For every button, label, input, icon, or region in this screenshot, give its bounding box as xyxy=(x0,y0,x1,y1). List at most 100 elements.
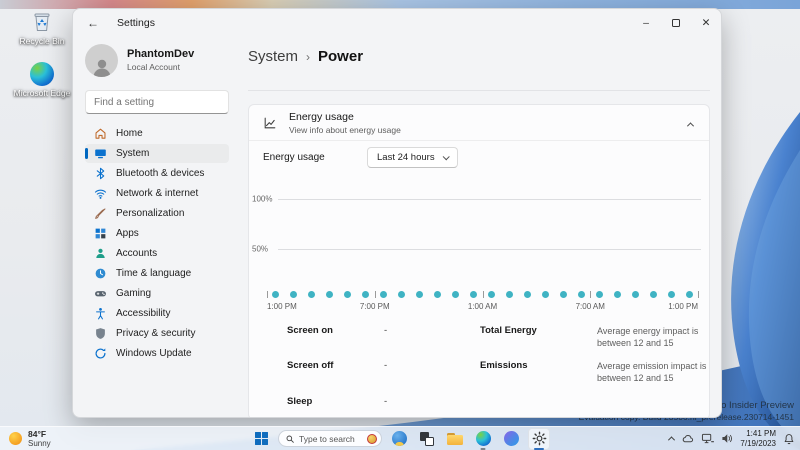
profile-name: PhantomDev xyxy=(127,48,195,60)
sidebar-item-time-language[interactable]: Time & language xyxy=(85,264,229,283)
gridline-100 xyxy=(265,199,701,200)
stat-value: - xyxy=(384,395,388,407)
task-view-icon xyxy=(420,431,434,446)
main-panel: System › Power Energy usage View info ab… xyxy=(241,37,721,417)
y-axis-label-50: 50% xyxy=(252,244,278,254)
maximize-button[interactable] xyxy=(661,9,691,37)
energy-chart: 100% 50% 1:00 PM 7:00 PM 1:00 AM 7:00 AM 1:0… xyxy=(249,173,709,323)
x-axis-tick xyxy=(698,291,699,298)
sidebar-item-label: Time & language xyxy=(116,268,192,279)
widgets-button[interactable] xyxy=(388,428,410,450)
energy-range-row: Energy usage Last 24 hours xyxy=(249,141,709,173)
chart-data-point xyxy=(416,291,424,298)
chart-data-point xyxy=(559,291,567,298)
personalization-icon xyxy=(93,207,107,221)
widgets-icon xyxy=(391,431,407,446)
chart-data-point xyxy=(452,291,460,298)
x-axis-tick xyxy=(482,291,484,298)
sidebar-item-apps[interactable]: Apps xyxy=(85,224,229,243)
sidebar-item-label: Gaming xyxy=(116,288,152,299)
tray-overflow-chevron-icon[interactable] xyxy=(668,436,676,444)
sidebar-item-gaming[interactable]: Gaming xyxy=(85,284,229,303)
stat-label xyxy=(480,396,597,407)
sun-icon xyxy=(9,431,22,445)
sidebar-item-label: Accounts xyxy=(116,248,158,259)
taskbar-search-input[interactable] xyxy=(299,433,362,444)
desktop-icon-label: Recycle Bin xyxy=(19,36,65,46)
sidebar-item-label: Windows Update xyxy=(116,348,192,359)
desktop-icon-label: Microsoft Edge xyxy=(13,88,71,98)
chart-data-point xyxy=(308,291,316,298)
settings-search-input[interactable] xyxy=(94,96,226,108)
copilot-icon xyxy=(503,431,519,446)
close-button[interactable]: ✕ xyxy=(691,9,721,37)
windows-logo-icon xyxy=(254,432,268,445)
desktop-icon-microsoft-edge[interactable]: Microsoft Edge xyxy=(12,62,72,98)
chart-baseline xyxy=(267,291,699,299)
stat-value: Average emission impact is between 12 an… xyxy=(597,361,707,384)
chart-data-point xyxy=(685,291,693,298)
stat-label: Screen on xyxy=(287,325,333,336)
window-title: Settings xyxy=(117,17,155,29)
desktop-icon-recycle-bin[interactable]: Recycle Bin xyxy=(12,8,72,46)
chart-data-point xyxy=(362,291,370,298)
sidebar-item-privacy-security[interactable]: Privacy & security xyxy=(85,324,229,343)
chart-data-point xyxy=(290,291,298,298)
x-axis-tick xyxy=(374,291,376,298)
task-view-button[interactable] xyxy=(416,428,438,450)
file-explorer-icon xyxy=(447,432,463,445)
stat-value: Average energy impact is between 12 and … xyxy=(597,326,699,349)
settings-taskbar-button[interactable] xyxy=(528,427,550,450)
network-icon[interactable] xyxy=(701,433,715,444)
chevron-up-icon xyxy=(686,121,695,129)
sidebar-item-system[interactable]: System xyxy=(85,144,229,163)
sidebar-item-label: Home xyxy=(116,128,143,139)
sidebar-item-label: Network & internet xyxy=(116,188,199,199)
stat-value: - xyxy=(384,360,388,372)
update-icon xyxy=(93,347,107,361)
sidebar-item-bluetooth-devices[interactable]: Bluetooth & devices xyxy=(85,164,229,183)
settings-search-box[interactable] xyxy=(85,90,229,114)
recycle-bin-icon xyxy=(34,13,50,31)
copilot-button[interactable] xyxy=(500,428,522,450)
x-axis-label: 7:00 PM xyxy=(359,302,390,311)
sidebar-item-accessibility[interactable]: Accessibility xyxy=(85,304,229,323)
accounts-icon xyxy=(93,247,107,261)
sidebar-item-home[interactable]: Home xyxy=(85,124,229,143)
chart-data-point xyxy=(649,291,657,298)
bluetooth-icon xyxy=(93,167,107,181)
taskbar-search-box[interactable] xyxy=(278,430,382,447)
file-explorer-button[interactable] xyxy=(444,428,466,450)
sidebar-item-network-internet[interactable]: Network & internet xyxy=(85,184,229,203)
taskbar-clock[interactable]: 1:41 PM 7/19/2023 xyxy=(740,429,776,448)
account-profile[interactable]: PhantomDev Local Account xyxy=(85,39,229,81)
chart-data-point xyxy=(595,291,603,298)
sidebar-item-windows-update[interactable]: Windows Update xyxy=(85,344,229,363)
energy-usage-card-header[interactable]: Energy usage View info about energy usag… xyxy=(249,105,709,141)
card-subtitle: View info about energy usage xyxy=(289,124,401,135)
chart-data-point xyxy=(434,291,442,298)
gaming-icon xyxy=(93,287,107,301)
home-icon xyxy=(93,127,107,141)
x-axis-label: 1:00 PM xyxy=(668,302,698,311)
time-icon xyxy=(93,267,107,281)
maximize-icon xyxy=(672,19,680,27)
onedrive-cloud-icon[interactable] xyxy=(681,433,694,444)
minimize-button[interactable]: – xyxy=(631,9,661,37)
time-range-dropdown[interactable]: Last 24 hours xyxy=(367,146,458,168)
chart-data-point xyxy=(380,291,388,298)
sidebar-item-label: Personalization xyxy=(116,208,185,219)
weather-widget[interactable]: 84°F Sunny xyxy=(9,427,51,449)
sidebar-item-personalization[interactable]: Personalization xyxy=(85,204,229,223)
collapse-button[interactable] xyxy=(686,114,695,132)
weather-condition: Sunny xyxy=(28,438,51,448)
breadcrumb: System › Power xyxy=(241,37,721,65)
volume-icon[interactable] xyxy=(721,433,733,444)
sidebar-item-accounts[interactable]: Accounts xyxy=(85,244,229,263)
accessibility-icon xyxy=(93,307,107,321)
breadcrumb-parent[interactable]: System xyxy=(248,48,298,65)
notification-bell-icon[interactable] xyxy=(783,433,795,445)
start-button[interactable] xyxy=(250,428,272,450)
edge-button[interactable] xyxy=(472,428,494,450)
back-button[interactable]: ← xyxy=(73,16,107,30)
